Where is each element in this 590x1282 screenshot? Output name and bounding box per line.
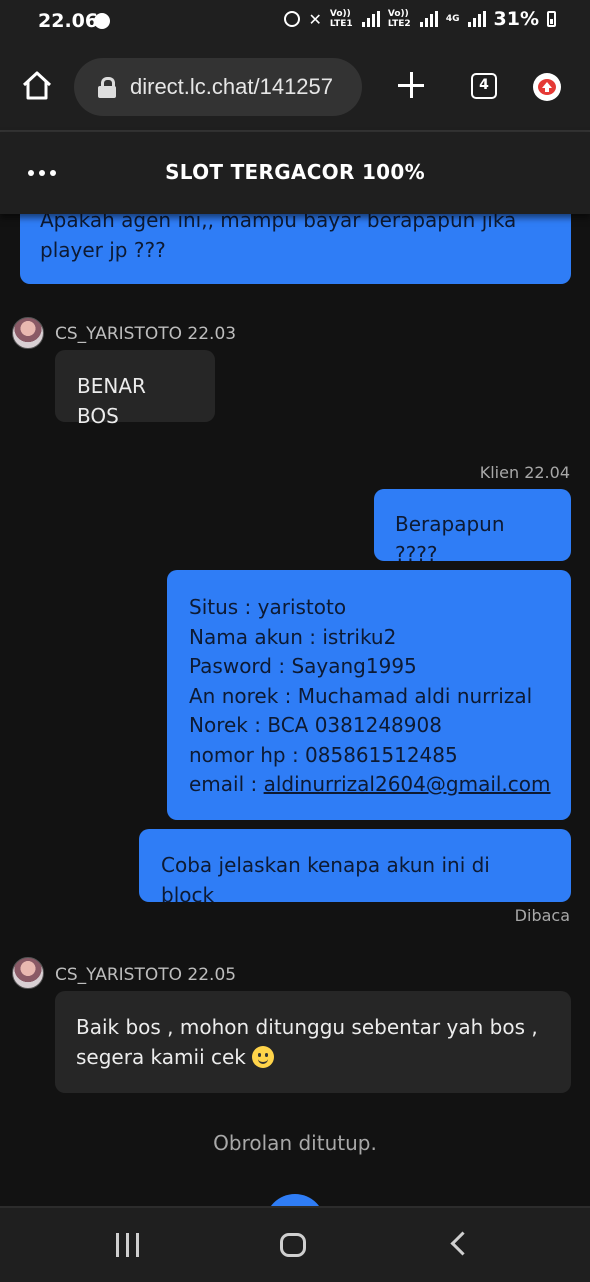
message-line: BENAR BOS (77, 374, 146, 428)
message-line: Berapapun ???? (395, 512, 505, 566)
message-line: email : aldinurrizal2604@gmail.com (189, 770, 551, 800)
message-bubble-sent: Coba jelaskan kenapa akun ini di block (139, 829, 571, 907)
message-text: segera kamii cek (76, 1044, 246, 1069)
battery-level: 31% (493, 8, 539, 30)
message-line: segera kamii cek (76, 1043, 550, 1073)
messenger-icon (94, 13, 110, 29)
signal-3-icon (467, 11, 486, 27)
message-line: nomor hp : 085861512485 (189, 742, 458, 767)
message-line: Baik bos , mohon ditunggu sebentar yah b… (76, 1015, 538, 1039)
network-3-label: 4G (445, 14, 460, 24)
email-link[interactable]: aldinurrizal2604@gmail.com (264, 772, 551, 796)
network-1-label: Vo)) LTE1 (329, 9, 353, 29)
home-icon[interactable] (20, 68, 54, 102)
email-prefix: email : (189, 772, 264, 796)
chat-action-button[interactable] (265, 1194, 325, 1206)
read-status: Dibaca (514, 906, 570, 925)
status-time: 22.06 (38, 10, 99, 32)
message-bubble-sent: Apakah agen ini,, mampu bayar berapapun … (20, 214, 571, 284)
address-bar[interactable]: direct.lc.chat/141257 (74, 58, 362, 116)
smiley-emoji-icon (252, 1045, 275, 1068)
agent-sender-label: CS_YARISTOTO 22.03 (55, 324, 237, 344)
network-2-label: Vo)) LTE2 (387, 9, 411, 29)
agent-avatar (12, 317, 44, 349)
message-line: Pasword : Sayang1995 (189, 654, 417, 678)
message-line: Nama akun : istriku2 (189, 624, 397, 649)
status-icons: ✕ Vo)) LTE1 Vo)) LTE2 4G 31% (284, 8, 556, 30)
message-line: Situs : yaristoto (189, 595, 347, 619)
battery-icon (547, 11, 556, 27)
recent-apps-icon[interactable] (116, 1233, 139, 1257)
message-bubble-sent: Situs : yaristoto Nama akun : istriku2 P… (167, 570, 571, 820)
update-icon[interactable] (533, 73, 561, 101)
back-icon[interactable] (450, 1231, 475, 1256)
message-line: An norek : Muchamad aldi nurrizal (189, 683, 533, 708)
agent-sender-label: CS_YARISTOTO 22.05 (55, 965, 237, 985)
new-tab-button[interactable] (396, 70, 426, 100)
alarm-icon (284, 11, 301, 27)
system-nav-bar (0, 1206, 590, 1282)
message-line: Apakah agen ini,, mampu bayar berapapun … (40, 214, 517, 232)
message-line: Coba jelaskan kenapa akun ini di block (161, 853, 490, 907)
browser-toolbar: direct.lc.chat/141257 4 (0, 44, 590, 132)
message-bubble-sent: Berapapun ???? (374, 489, 571, 566)
signal-2-icon (419, 11, 438, 27)
url-text: direct.lc.chat/141257 (130, 74, 334, 99)
tab-switcher-button[interactable]: 4 (471, 73, 497, 99)
mute-icon: ✕ (308, 9, 322, 29)
chat-title: SLOT TERGACOR 100% (165, 160, 425, 184)
message-line: Norek : BCA 0381248908 (189, 713, 442, 737)
home-nav-icon[interactable] (280, 1233, 306, 1257)
agent-avatar (12, 957, 44, 989)
message-bubble-received: Baik bos , mohon ditunggu sebentar yah b… (55, 991, 571, 1093)
status-bar: 22.06 ✕ Vo)) LTE1 Vo)) LTE2 4G 31% (0, 0, 590, 44)
chat-header: SLOT TERGACOR 100% (0, 132, 590, 214)
lock-icon (98, 77, 116, 98)
sender-meta: Klien 22.04 (479, 463, 570, 482)
chat-closed-note: Obrolan ditutup. (213, 1131, 377, 1155)
message-bubble-received: BENAR BOS (55, 350, 215, 428)
chat-messages[interactable]: Apakah agen ini,, mampu bayar berapapun … (0, 214, 590, 1206)
message-line: player jp ??? (40, 237, 166, 262)
signal-1-icon (361, 11, 380, 27)
